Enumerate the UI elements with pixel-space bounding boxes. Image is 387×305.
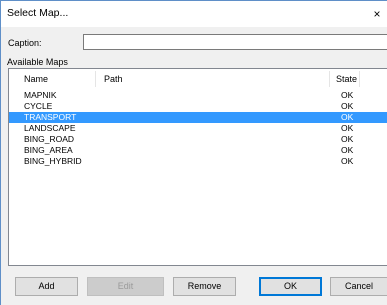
cancel-button[interactable]: Cancel xyxy=(330,277,387,296)
list-header: Name Path State xyxy=(9,69,387,89)
map-state-cell: OK xyxy=(341,112,354,122)
map-state-cell: OK xyxy=(341,145,354,155)
available-maps-label: Available Maps xyxy=(7,57,68,67)
map-name-cell: BING_ROAD xyxy=(24,134,75,144)
edit-button[interactable]: Edit xyxy=(87,277,164,296)
table-row[interactable]: TRANSPORT OK xyxy=(9,112,387,123)
map-state-cell: OK xyxy=(341,123,354,133)
map-name-cell: BING_HYBRID xyxy=(24,156,82,166)
title-bar: Select Map... × xyxy=(1,1,387,27)
ok-button[interactable]: OK xyxy=(259,277,322,296)
select-map-dialog: Select Map... × Caption: Available Maps … xyxy=(0,0,387,305)
close-button[interactable]: × xyxy=(367,4,387,24)
table-row[interactable]: BING_AREA OK xyxy=(9,145,387,156)
column-separator[interactable] xyxy=(95,71,96,87)
table-row[interactable]: BING_ROAD OK xyxy=(9,134,387,145)
table-row[interactable]: BING_HYBRID OK xyxy=(9,156,387,167)
table-row[interactable]: MAPNIK OK xyxy=(9,90,387,101)
map-name-cell: MAPNIK xyxy=(24,90,57,100)
remove-button[interactable]: Remove xyxy=(173,277,236,296)
map-name-cell: TRANSPORT xyxy=(24,112,77,122)
map-name-cell: BING_AREA xyxy=(24,145,73,155)
caption-input[interactable] xyxy=(83,34,387,50)
map-state-cell: OK xyxy=(341,101,354,111)
map-state-cell: OK xyxy=(341,90,354,100)
map-name-cell: LANDSCAPE xyxy=(24,123,76,133)
column-header-state[interactable]: State xyxy=(336,69,357,89)
caption-label: Caption: xyxy=(8,38,42,48)
column-separator[interactable] xyxy=(329,71,330,87)
available-maps-list[interactable]: Name Path State MAPNIK OK CYCLE OK TRANSPORT… xyxy=(8,68,387,266)
column-header-path[interactable]: Path xyxy=(104,69,123,89)
map-state-cell: OK xyxy=(341,134,354,144)
map-name-cell: CYCLE xyxy=(24,101,53,111)
table-row[interactable]: LANDSCAPE OK xyxy=(9,123,387,134)
column-separator[interactable] xyxy=(359,71,360,87)
map-state-cell: OK xyxy=(341,156,354,166)
column-header-name[interactable]: Name xyxy=(24,69,48,89)
table-row[interactable]: CYCLE OK xyxy=(9,101,387,112)
dialog-title: Select Map... xyxy=(7,7,69,19)
add-button[interactable]: Add xyxy=(15,277,78,296)
